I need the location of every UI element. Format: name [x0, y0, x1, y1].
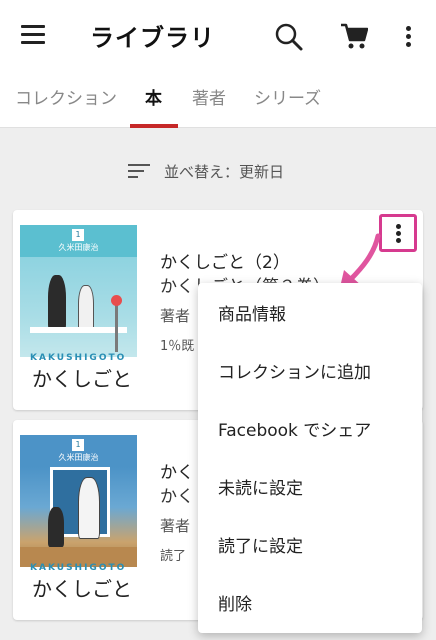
app-bar: ライブラリ	[0, 0, 436, 70]
cover-author: 久米田康治	[58, 243, 99, 252]
menu-item-add-to-collection[interactable]: コレクションに追加	[198, 341, 422, 399]
cover-illustration	[20, 467, 137, 567]
cover-volume: 1	[72, 229, 84, 241]
book-author: 著者	[160, 307, 191, 325]
menu-item-mark-unread[interactable]: 未読に設定	[198, 457, 422, 515]
cover-brand-jp: かくしごと	[32, 577, 132, 601]
book-context-menu: 商品情報 コレクションに追加 Facebook でシェア 未読に設定 読了に設定…	[198, 283, 422, 633]
search-icon[interactable]	[274, 22, 304, 52]
sort-button[interactable]: 並べ替え：更新日	[128, 158, 284, 184]
cover-brand-jp: かくしごと	[32, 367, 132, 391]
book-title: かく	[160, 463, 194, 483]
menu-item-share-facebook[interactable]: Facebook でシェア	[198, 399, 422, 457]
book-title: かくしごと（2）	[160, 253, 290, 273]
menu-icon[interactable]	[18, 22, 48, 48]
tab-bar: コレクション 本 著者 シリーズ	[0, 70, 436, 128]
tab-series[interactable]: シリーズ	[254, 84, 321, 109]
cover-illustration	[20, 257, 137, 357]
more-vert-icon[interactable]	[400, 24, 416, 50]
page-title: ライブラリ	[90, 24, 215, 52]
cover-author: 久米田康治	[58, 453, 99, 462]
cover-brand-en: KAKUSHIGOTO	[30, 353, 127, 363]
cover-brand-en: KAKUSHIGOTO	[30, 563, 127, 573]
menu-item-delete[interactable]: 削除	[198, 573, 422, 631]
book-cover[interactable]: 1 久米田康治 KAKUSHIGOTO かくしごと	[20, 435, 137, 602]
menu-item-product-info[interactable]: 商品情報	[198, 283, 422, 341]
book-progress: 1％既	[160, 339, 195, 354]
sort-icon	[128, 161, 152, 181]
tab-books[interactable]: 本	[145, 84, 162, 109]
menu-item-mark-read[interactable]: 読了に設定	[198, 515, 422, 573]
book-cover[interactable]: 1 久米田康治 KAKUSHIGOTO かくしごと	[20, 225, 137, 392]
cart-icon[interactable]	[340, 22, 369, 50]
tab-collection[interactable]: コレクション	[15, 84, 117, 109]
sort-label: 並べ替え：更新日	[164, 162, 285, 181]
cover-volume: 1	[72, 439, 84, 451]
tab-authors[interactable]: 著者	[192, 84, 226, 109]
book-progress: 読了	[160, 549, 187, 564]
book-author: 著者	[160, 517, 191, 535]
